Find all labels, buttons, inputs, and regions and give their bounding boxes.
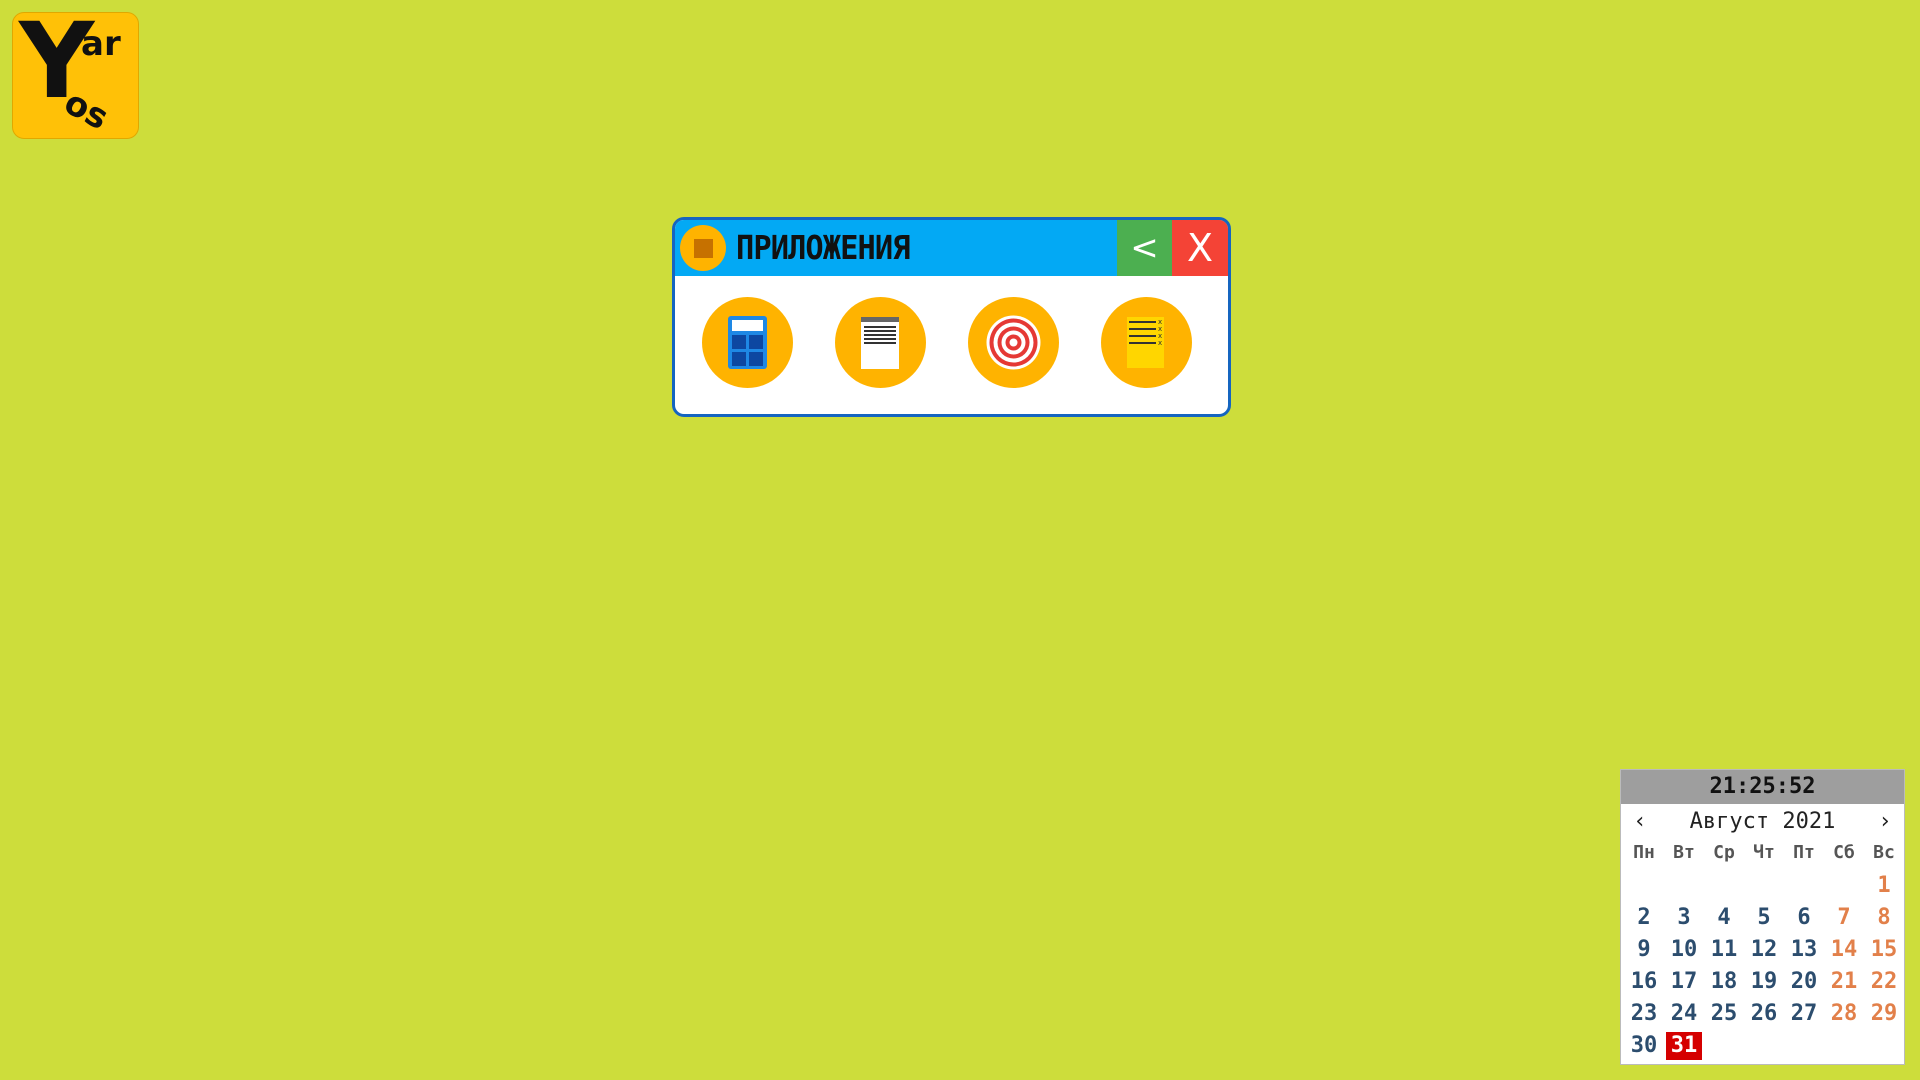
weekday-label: Ср — [1713, 842, 1735, 863]
app-list: x x x x — [675, 276, 1228, 414]
weekday-label: Вс — [1873, 842, 1895, 863]
notepad-icon — [861, 317, 899, 369]
calendar-empty-cell — [1744, 1030, 1784, 1062]
calendar-week-row: 16 17 18 19 20 21 22 — [1624, 966, 1904, 998]
calendar-week-row: 9 10 11 12 13 14 15 — [1624, 934, 1904, 966]
calendar-day[interactable]: 18 — [1704, 966, 1744, 998]
back-button[interactable]: < — [1117, 220, 1172, 276]
todo-list-icon: x x x x — [1127, 317, 1164, 368]
calendar-empty-cell — [1624, 870, 1664, 902]
calendar-day[interactable]: 1 — [1864, 870, 1904, 902]
calendar-week-row: 2345678 — [1624, 902, 1904, 934]
calendar-week-row: 23 24 25 26 27 28 29 — [1624, 998, 1904, 1030]
weekday-label: Пт — [1793, 842, 1815, 863]
calendar-day[interactable]: 23 — [1624, 998, 1664, 1030]
window-title: ПРИЛОЖЕНИЯ — [736, 228, 911, 267]
weekday-label: Чт — [1753, 842, 1775, 863]
logo-text-ar: ar — [81, 24, 121, 64]
calendar-day[interactable]: 24 — [1664, 998, 1704, 1030]
target-app-button[interactable] — [968, 297, 1059, 388]
calendar-empty-cell — [1704, 1030, 1744, 1062]
calendar-day[interactable]: 12 — [1744, 934, 1784, 966]
calendar-empty-cell — [1664, 870, 1704, 902]
calendar-day[interactable]: 9 — [1624, 934, 1664, 966]
yaros-logo[interactable]: Y ar os — [12, 12, 139, 139]
today-day-number: 31 — [1666, 1032, 1702, 1060]
calendar-week-row: 1 — [1624, 870, 1904, 902]
calendar-day[interactable]: 8 — [1864, 902, 1904, 934]
calendar-empty-cell — [1784, 870, 1824, 902]
calendar-day[interactable]: 11 — [1704, 934, 1744, 966]
calendar-empty-cell — [1784, 1030, 1824, 1062]
weekday-label: Вт — [1673, 842, 1695, 863]
calendar-day[interactable]: 6 — [1784, 902, 1824, 934]
target-icon — [986, 315, 1041, 370]
calendar-day[interactable]: 29 — [1864, 998, 1904, 1030]
calendar-day[interactable]: 14 — [1824, 934, 1864, 966]
calendar-day[interactable]: 28 — [1824, 998, 1864, 1030]
calendar-day[interactable]: 22 — [1864, 966, 1904, 998]
calendar-next-month-button[interactable]: › — [1870, 806, 1900, 838]
window-titlebar[interactable]: ПРИЛОЖЕНИЯ < X — [675, 220, 1228, 276]
calendar-day[interactable]: 20 — [1784, 966, 1824, 998]
calendar-day[interactable]: 16 — [1624, 966, 1664, 998]
close-button[interactable]: X — [1172, 220, 1228, 276]
calendar-day[interactable]: 27 — [1784, 998, 1824, 1030]
applications-window: ПРИЛОЖЕНИЯ < X x x x x — [672, 217, 1231, 417]
calculator-app-button[interactable] — [702, 297, 793, 388]
window-app-icon — [680, 225, 726, 271]
todo-app-button[interactable]: x x x x — [1101, 297, 1192, 388]
calendar-month-year: Август 2021 — [1689, 809, 1836, 834]
calendar-empty-cell — [1824, 1030, 1864, 1062]
calendar-day[interactable]: 13 — [1784, 934, 1824, 966]
clock-calendar-widget: 21:25:52 ‹ Август 2021 › Пн Вт Ср Чт Пт … — [1620, 769, 1905, 1065]
svg-text:x: x — [1158, 339, 1162, 347]
weekday-label: Сб — [1833, 842, 1855, 863]
calendar-day[interactable]: 2 — [1624, 902, 1664, 934]
calendar-day[interactable]: 4 — [1704, 902, 1744, 934]
calendar-weekday-row: Пн Вт Ср Чт Пт Сб Вс — [1624, 838, 1904, 870]
calendar-day-today[interactable]: 31 — [1664, 1030, 1704, 1062]
calendar-empty-cell — [1864, 1030, 1904, 1062]
calendar-empty-cell — [1824, 870, 1864, 902]
calendar-header: ‹ Август 2021 › — [1621, 806, 1904, 838]
calendar-day[interactable]: 15 — [1864, 934, 1904, 966]
calendar-day[interactable]: 3 — [1664, 902, 1704, 934]
calendar-day[interactable]: 17 — [1664, 966, 1704, 998]
calendar-day[interactable]: 10 — [1664, 934, 1704, 966]
calendar-day[interactable]: 30 — [1624, 1030, 1664, 1062]
calendar-day[interactable]: 7 — [1824, 902, 1864, 934]
calendar-empty-cell — [1704, 870, 1744, 902]
calendar-day[interactable]: 19 — [1744, 966, 1784, 998]
calendar-day[interactable]: 5 — [1744, 902, 1784, 934]
calendar-grid: Пн Вт Ср Чт Пт Сб Вс 1 2 3 4 5 6 7 8 9 10 11 12 13 14… — [1624, 838, 1904, 1062]
notepad-app-button[interactable] — [835, 297, 926, 388]
calendar-day[interactable]: 25 — [1704, 998, 1744, 1030]
calendar-day[interactable]: 26 — [1744, 998, 1784, 1030]
calendar-prev-month-button[interactable]: ‹ — [1625, 806, 1655, 838]
calendar-week-row: 30 31 — [1624, 1030, 1904, 1062]
clock-time: 21:25:52 — [1621, 770, 1904, 804]
calendar-empty-cell — [1744, 870, 1784, 902]
weekday-label: Пн — [1633, 842, 1655, 863]
calendar-day[interactable]: 21 — [1824, 966, 1864, 998]
calculator-icon — [728, 316, 767, 369]
